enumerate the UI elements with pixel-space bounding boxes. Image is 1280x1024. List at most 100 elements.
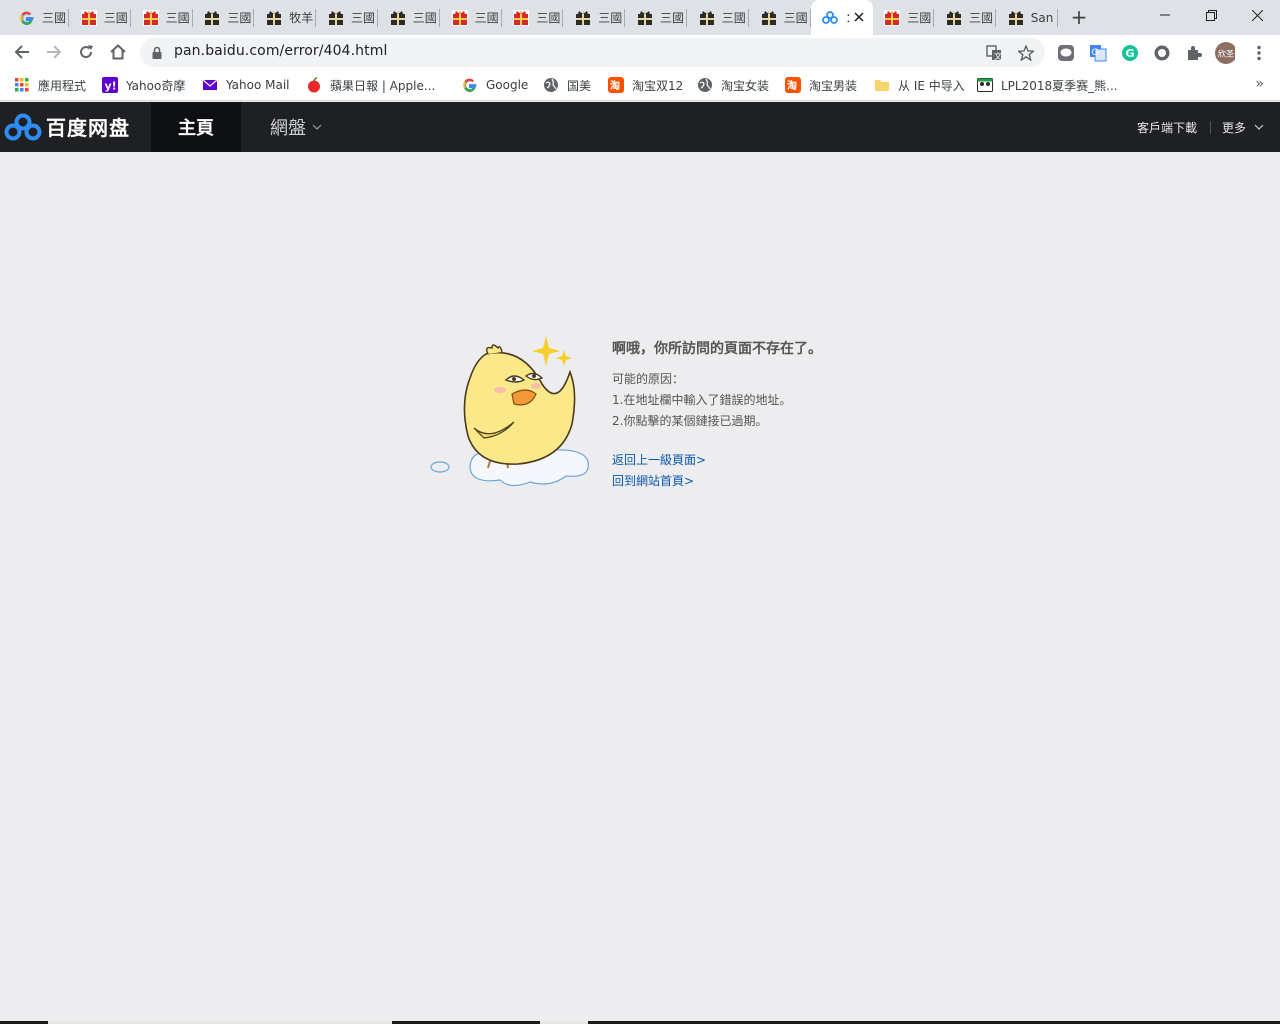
nav-pan-label: 網盤 — [270, 118, 306, 139]
back-button[interactable] — [10, 40, 34, 64]
bookmark-item[interactable]: 淘淘宝双12 — [608, 76, 683, 94]
browser-tab[interactable]: 三國 — [564, 0, 626, 35]
tab-title: 三國 — [42, 11, 67, 25]
red-gift-icon — [142, 9, 159, 26]
tab-title: 牧羊 — [289, 11, 314, 25]
red-gift-icon — [80, 9, 97, 26]
browser-tab[interactable]: 牧羊 — [255, 0, 317, 35]
baidu-pan-logo[interactable]: 百度网盘 — [4, 112, 130, 141]
back-to-home-link[interactable]: 回到網站首頁> — [612, 472, 694, 489]
bookmark-item[interactable]: 應用程式 — [14, 76, 86, 94]
tab-title: 三國 — [474, 11, 499, 25]
nav-home-tab[interactable]: 主頁 — [151, 102, 241, 152]
reload-button[interactable] — [74, 40, 98, 64]
bookmark-item[interactable]: Google — [462, 76, 528, 94]
site-header: 百度网盘 主頁 網盤 客戶端下載 更多 — [0, 102, 1280, 152]
tab-title: 三國 — [969, 11, 994, 25]
tab-title: 三國 — [165, 11, 190, 25]
url-text: pan.baidu.com/error/404.html — [174, 43, 388, 59]
browser-tab[interactable]: 三國 — [688, 0, 749, 35]
browser-tab[interactable]: San — [997, 0, 1058, 35]
browser-tab[interactable]: 三國 — [132, 0, 193, 35]
minimize-icon — [1160, 14, 1170, 16]
reload-icon — [80, 45, 93, 59]
translate-icon[interactable]: 文 — [985, 44, 1003, 62]
bookmark-label: Yahoo Mail — [226, 78, 290, 92]
nav-pan-tab[interactable]: 網盤 — [256, 102, 336, 152]
bookmark-label: 淘宝双12 — [632, 78, 684, 93]
new-tab-button[interactable]: + — [1069, 7, 1089, 27]
close-window-button[interactable] — [1234, 0, 1280, 30]
red-gift-icon — [884, 9, 901, 26]
chat-extension-icon[interactable] — [1152, 43, 1172, 63]
browser-tab[interactable]: 三國 — [441, 0, 502, 35]
error-reasons-label: 可能的原因： — [612, 372, 685, 386]
bookmark-item[interactable]: 淘宝女装 — [697, 76, 769, 94]
grammarly-extension-icon[interactable]: G — [1120, 43, 1140, 63]
forward-arrow-icon — [47, 45, 62, 59]
bookmark-star-icon[interactable] — [1017, 44, 1035, 62]
bookmark-label: LPL2018夏季赛_熊... — [1001, 78, 1118, 93]
google-translate-extension-icon[interactable]: G — [1088, 43, 1108, 63]
address-bar[interactable]: pan.baidu.com/error/404.html 文 — [140, 38, 1045, 67]
svg-text:G: G — [1126, 47, 1135, 60]
globe-icon — [697, 77, 713, 93]
tab-title: 三國 — [412, 11, 437, 25]
browser-tab[interactable]: 三國 — [379, 0, 440, 35]
tab-title: 三國 — [536, 11, 561, 25]
svg-text:文: 文 — [994, 51, 1002, 61]
bookmark-item[interactable]: LPL2018夏季赛_熊... — [977, 76, 1118, 94]
back-arrow-icon — [14, 45, 29, 59]
bookmarks-overflow-button[interactable]: » — [1255, 76, 1264, 92]
baidu-cloud-icon — [822, 10, 839, 26]
browser-tab[interactable]: 三國 — [935, 0, 996, 35]
bookmark-item[interactable]: y! Yahoo奇摩 — [102, 76, 185, 94]
error-title: 啊哦，你所訪問的頁面不存在了。 — [612, 341, 822, 357]
back-to-previous-link[interactable]: 返回上一級頁面> — [612, 451, 706, 468]
browser-tab[interactable]: 三國 — [626, 0, 687, 35]
bookmark-item[interactable]: 从 IE 中导入 — [874, 76, 965, 94]
browser-tab[interactable]: 三國 — [193, 0, 255, 35]
minimize-button[interactable] — [1142, 0, 1188, 30]
bookmark-item[interactable]: 淘淘宝男装 — [785, 76, 857, 94]
restore-button[interactable] — [1188, 0, 1234, 30]
browser-tab[interactable]: 三國 — [502, 0, 564, 35]
bookmark-item[interactable]: Yahoo Mail — [202, 76, 290, 94]
bookmark-label: Yahoo奇摩 — [126, 78, 186, 93]
browser-tab[interactable]: 三國 — [70, 0, 131, 35]
client-download-link[interactable]: 客戶端下載 — [1137, 102, 1197, 152]
browser-toolbar: pan.baidu.com/error/404.html 文 G G 欣圣 — [0, 35, 1280, 70]
tab-title: 三國 — [598, 11, 623, 25]
header-divider — [1210, 121, 1211, 134]
error-reason-1: 1.在地址欄中輸入了錯誤的地址。 — [612, 393, 792, 407]
apple-daily-icon — [306, 77, 322, 93]
tab-title: 三國 — [721, 11, 746, 25]
tab-title: 三國 — [907, 11, 932, 25]
chevron-down-icon — [312, 124, 322, 130]
close-tab-icon[interactable] — [854, 9, 864, 25]
extensions-puzzle-icon[interactable] — [1184, 43, 1204, 63]
globe-icon — [543, 77, 559, 93]
bookmark-label: Google — [486, 78, 529, 92]
forward-button[interactable] — [42, 40, 66, 64]
browser-menu-icon[interactable] — [1249, 43, 1269, 63]
line-extension-icon[interactable] — [1056, 43, 1076, 63]
browser-tab[interactable]: 三國 — [317, 0, 378, 35]
bookmark-item[interactable]: 国美 — [543, 76, 591, 94]
bookmark-label: 从 IE 中导入 — [898, 78, 965, 93]
profile-avatar[interactable]: 欣圣 — [1215, 42, 1235, 64]
bookmark-label: 淘宝男装 — [809, 78, 858, 93]
black-gift-icon — [699, 10, 715, 26]
browser-tab[interactable]: 三國 — [873, 0, 935, 35]
black-gift-icon — [761, 10, 777, 26]
google-g-icon — [462, 77, 478, 93]
browser-tab[interactable]: 三國 — [8, 0, 69, 35]
bookmark-item[interactable]: 蘋果日報 | Apple... — [306, 76, 435, 94]
black-gift-icon — [266, 10, 282, 26]
browser-tab[interactable]: ： — [811, 0, 874, 35]
taobao-icon: 淘 — [785, 77, 801, 93]
browser-tab[interactable]: 三國 — [750, 0, 811, 35]
more-menu[interactable]: 更多 — [1222, 102, 1264, 152]
tab-title: 三國 — [351, 11, 376, 25]
home-button[interactable] — [106, 40, 130, 64]
